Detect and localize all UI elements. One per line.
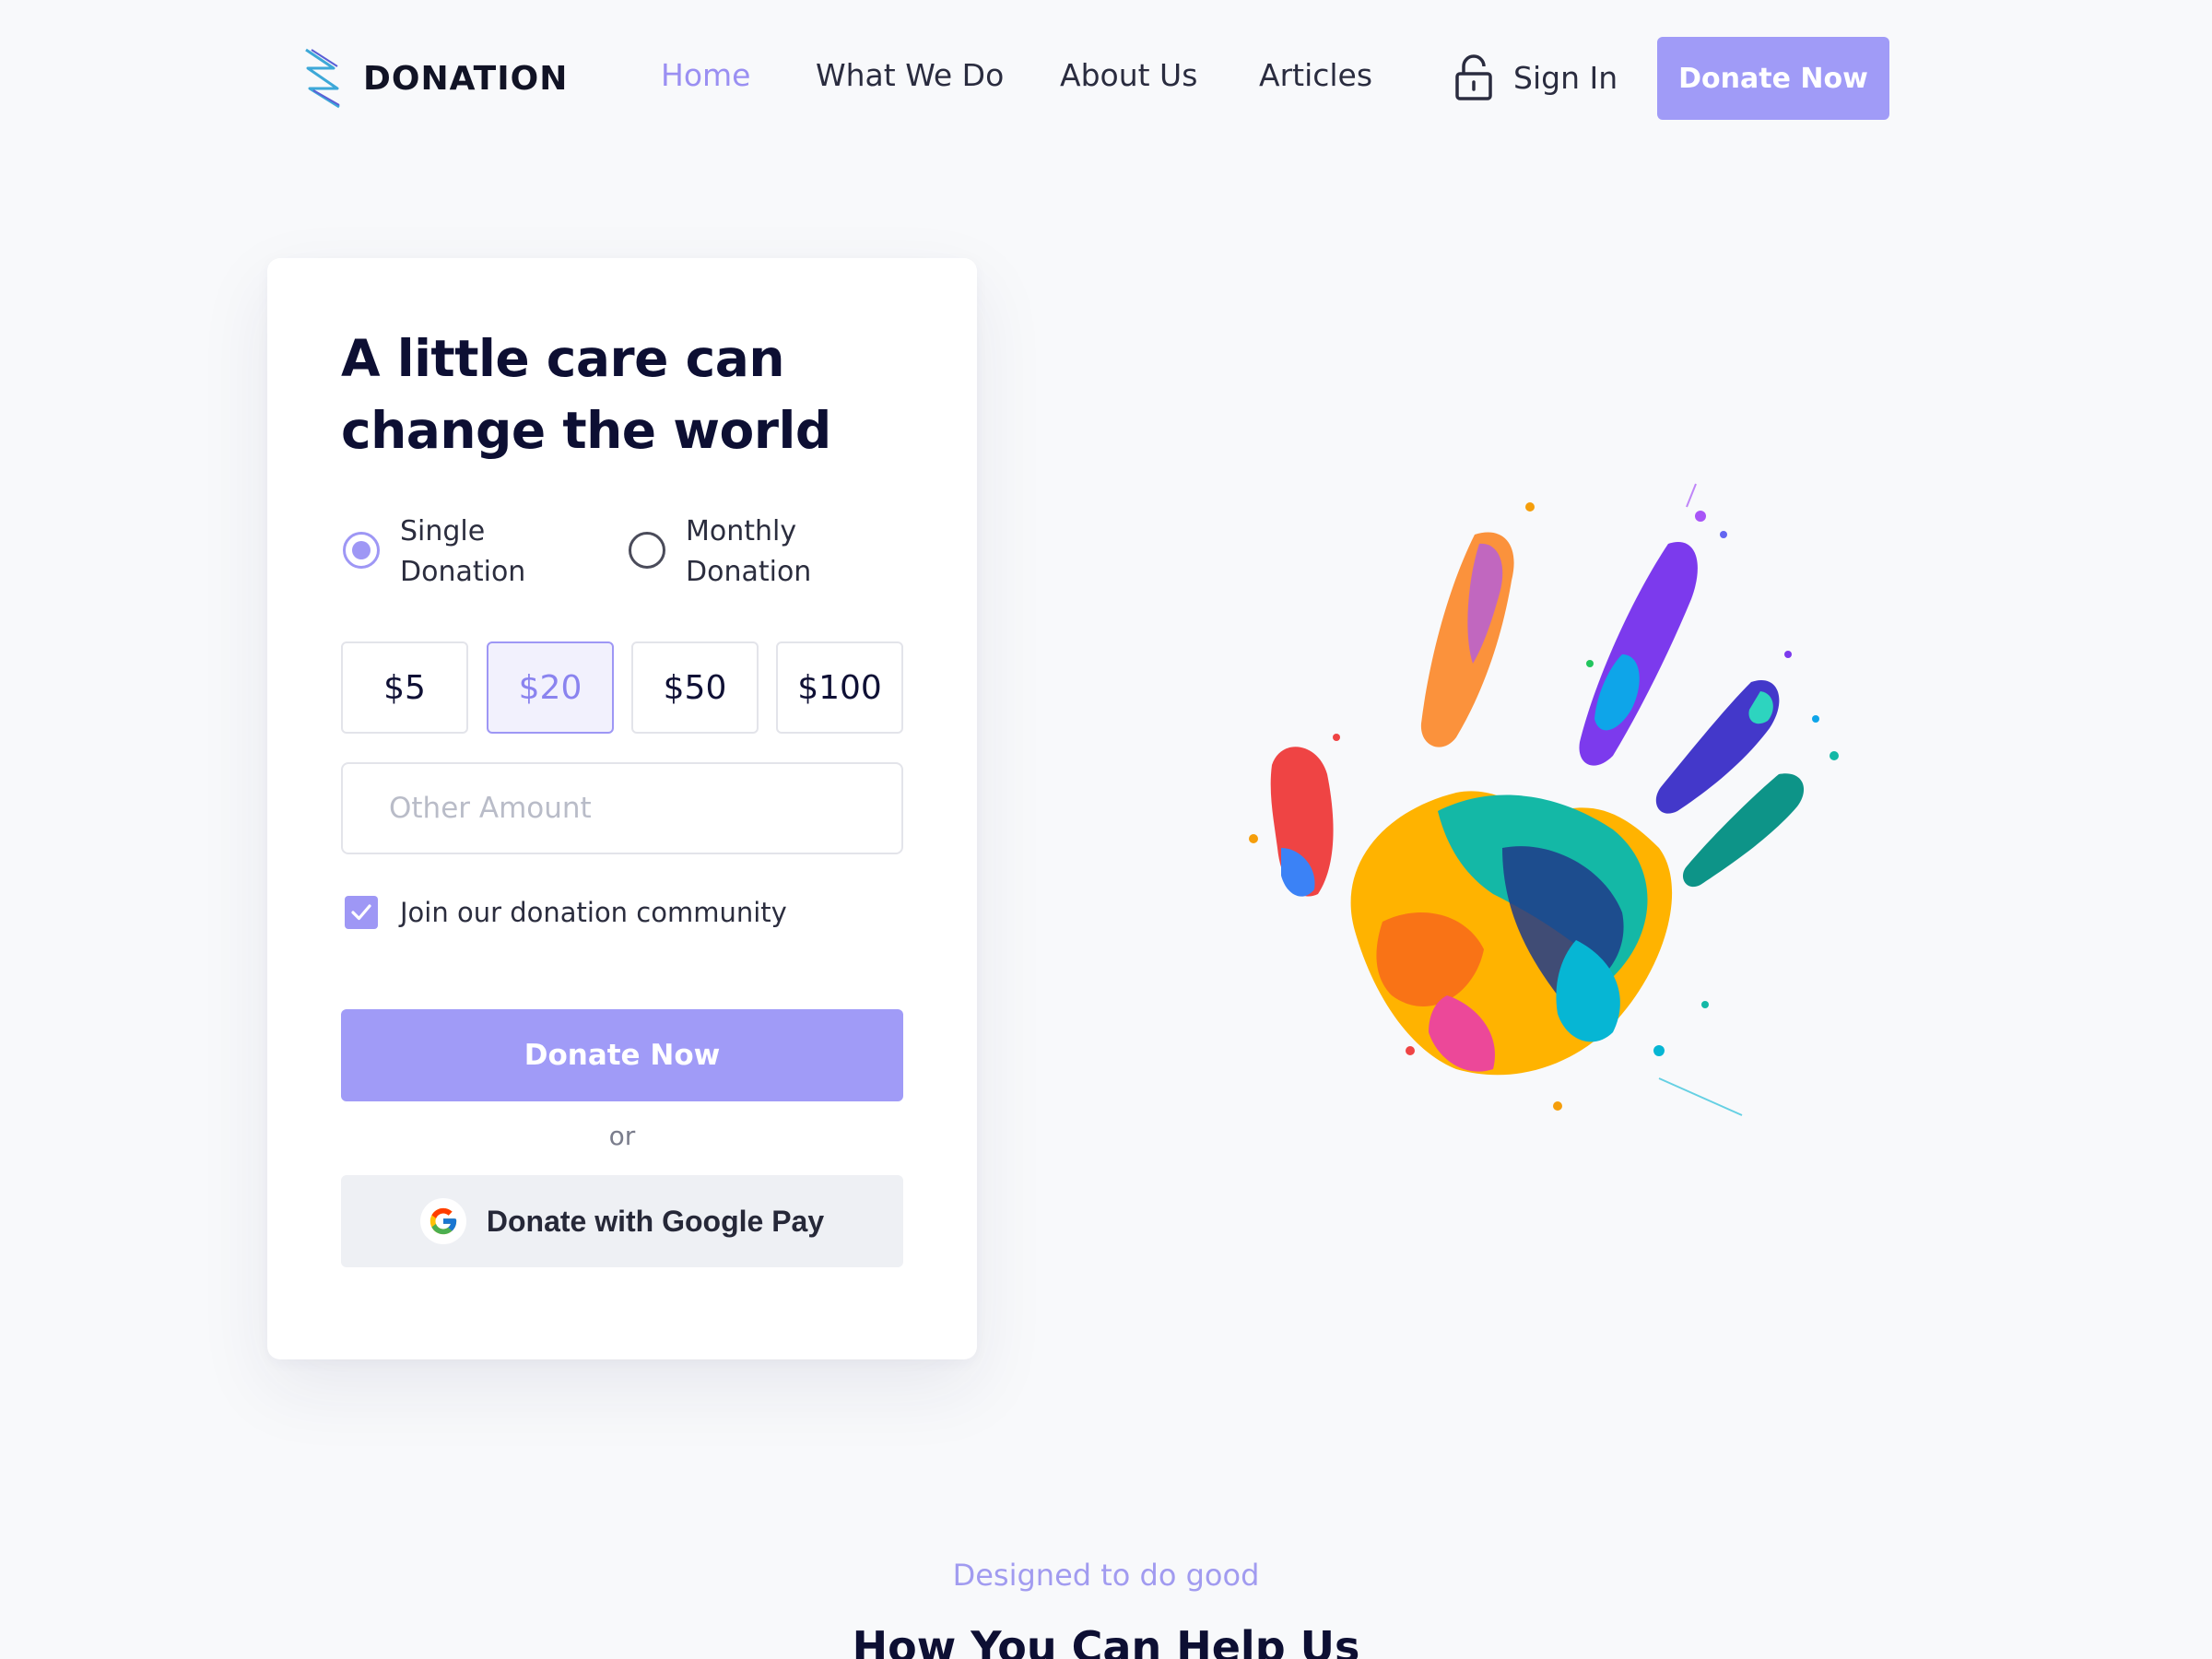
radio-label-line-2: Donation — [686, 556, 812, 588]
radio-label-line-2: Donation — [400, 556, 526, 588]
headline-line-1: A little care can — [341, 329, 784, 388]
checkmark-icon — [351, 904, 371, 921]
sign-in-label: Sign In — [1513, 59, 1618, 96]
google-g-icon — [429, 1207, 457, 1235]
radio-label-line-1: Monthly — [686, 515, 797, 547]
frequency-options: Single Donation Monthly Donation — [343, 512, 914, 604]
nav-item-about-us[interactable]: About Us — [1060, 57, 1197, 93]
radio-label-monthly: Monthly Donation — [686, 512, 870, 593]
brand-logo[interactable]: DONATION — [302, 48, 568, 109]
nav-item-what-we-do[interactable]: What We Do — [816, 57, 1004, 93]
amount-option-20[interactable]: $20 — [487, 641, 614, 734]
community-checkbox[interactable] — [345, 896, 378, 929]
logo-mark-icon — [305, 48, 340, 109]
community-checkbox-row[interactable]: Join our donation community — [345, 896, 787, 929]
community-checkbox-label: Join our donation community — [400, 897, 787, 928]
nav-item-home[interactable]: Home — [661, 57, 750, 93]
nav-item-articles[interactable]: Articles — [1259, 57, 1372, 93]
card-headline: A little care can change the world — [341, 323, 912, 466]
radio-monthly-donation[interactable]: Monthly Donation — [629, 512, 870, 593]
radio-label-single: Single Donation — [400, 512, 584, 593]
donate-now-button[interactable]: Donate Now — [341, 1009, 903, 1101]
section-eyebrow: Designed to do good — [952, 1558, 1260, 1593]
header-donate-button[interactable]: Donate Now — [1657, 37, 1889, 120]
radio-indicator[interactable] — [629, 532, 665, 569]
amount-option-100[interactable]: $100 — [776, 641, 903, 734]
paint-hand-illustration — [1249, 483, 1839, 1116]
google-pay-button[interactable]: Donate with Google Pay — [341, 1175, 903, 1267]
radio-single-donation[interactable]: Single Donation — [343, 512, 584, 593]
google-pay-label: Donate with Google Pay — [486, 1204, 825, 1238]
donation-card: A little care can change the world Singl… — [267, 258, 977, 1359]
amount-option-50[interactable]: $50 — [631, 641, 759, 734]
or-divider: or — [608, 1121, 636, 1151]
donation-page: DONATION Home What We Do About Us Articl… — [0, 0, 2212, 1659]
google-icon — [419, 1198, 466, 1244]
radio-label-line-1: Single — [400, 515, 486, 547]
radio-indicator-selected[interactable] — [343, 532, 380, 569]
sign-in-link[interactable]: Sign In — [1454, 53, 1618, 101]
amount-options: $5 $20 $50 $100 — [341, 641, 903, 734]
amount-option-5[interactable]: $5 — [341, 641, 468, 734]
section-title: How You Can Help Us — [852, 1622, 1360, 1659]
brand-name: DONATION — [363, 59, 569, 98]
lock-icon — [1455, 54, 1492, 100]
headline-line-2: change the world — [341, 401, 831, 460]
other-amount-input[interactable] — [341, 762, 903, 854]
site-header: DONATION Home What We Do About Us Articl… — [0, 0, 2212, 157]
